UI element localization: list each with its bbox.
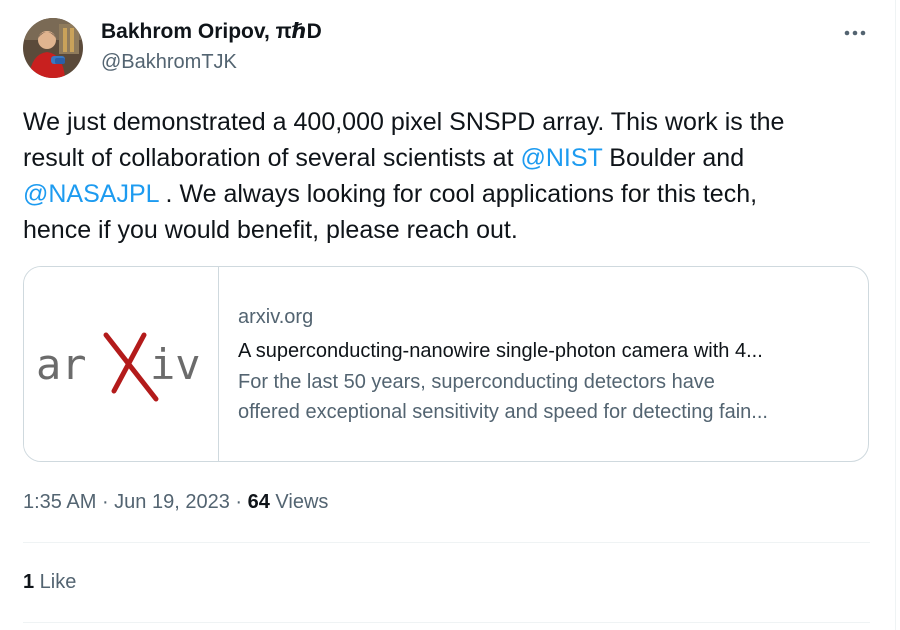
tweet-text-segment: Boulder and bbox=[602, 144, 745, 172]
profile-photo-icon bbox=[23, 18, 83, 78]
tweet-time: 1:35 AM bbox=[23, 491, 97, 513]
avatar[interactable] bbox=[23, 18, 83, 78]
meta-separator: · bbox=[229, 491, 248, 513]
like-count: 1 bbox=[23, 571, 35, 593]
divider bbox=[23, 622, 870, 623]
link-card-description-line: offered exceptional sensitivity and spee… bbox=[238, 401, 768, 423]
author-display-name[interactable]: Bakhrom Oripov, πℏD bbox=[101, 19, 322, 45]
likes-link[interactable]: 1 Like bbox=[23, 569, 76, 595]
views-count: 64 bbox=[247, 491, 270, 513]
arxiv-logo-x-stroke-2 bbox=[111, 332, 147, 394]
tweet-text-line: hence if you would benefit, please reach… bbox=[23, 216, 518, 244]
tweet-date: Jun 19, 2023 bbox=[114, 491, 230, 513]
views-label: Views bbox=[269, 491, 329, 513]
tweet-text-line: We just demonstrated a 400,000 pixel SNS… bbox=[23, 108, 785, 136]
tweet-text: We just demonstrated a 400,000 pixel SNS… bbox=[23, 104, 873, 248]
link-card-title: A superconducting-nanowire single-photon… bbox=[238, 340, 763, 362]
divider bbox=[23, 542, 870, 543]
arxiv-logo-left: ar bbox=[36, 340, 87, 389]
link-card-body: arxiv.org A superconducting-nanowire sin… bbox=[238, 303, 850, 427]
tweet-text-line: @NASAJPL . We always looking for cool ap… bbox=[23, 176, 873, 212]
meta-separator: · bbox=[96, 491, 115, 513]
link-card-description-line: For the last 50 years, superconducting d… bbox=[238, 371, 715, 393]
tweet-timestamp-link[interactable]: 1:35 AM · Jun 19, 2023 bbox=[23, 491, 230, 513]
mention-nasajpl-link[interactable]: @NASAJPL bbox=[23, 180, 159, 208]
tweet-text-line: result of collaboration of several scien… bbox=[23, 140, 873, 176]
more-horizontal-icon bbox=[844, 30, 866, 36]
mention-nist-link[interactable]: @NIST bbox=[520, 144, 602, 172]
link-card-thumbnail: ar iv bbox=[24, 267, 219, 461]
tweet-text-segment: . We always looking for cool application… bbox=[158, 180, 758, 208]
link-card-domain: arxiv.org bbox=[238, 306, 314, 328]
link-preview-card[interactable]: ar iv arxiv.org A superconducting-nanowi… bbox=[23, 266, 869, 462]
arxiv-logo-icon: ar iv bbox=[36, 332, 201, 402]
tweet-meta: 1:35 AM · Jun 19, 2023 · 64 Views bbox=[23, 489, 328, 515]
like-label: Like bbox=[34, 571, 77, 593]
tweet-text-segment: result of collaboration of several scien… bbox=[23, 144, 521, 172]
page-edge-rule bbox=[895, 0, 896, 630]
more-options-button[interactable] bbox=[838, 16, 872, 50]
link-card-description: For the last 50 years, superconducting d… bbox=[238, 367, 850, 427]
author-handle[interactable]: @BakhromTJK bbox=[101, 50, 237, 74]
arxiv-logo-right: iv bbox=[150, 340, 201, 389]
